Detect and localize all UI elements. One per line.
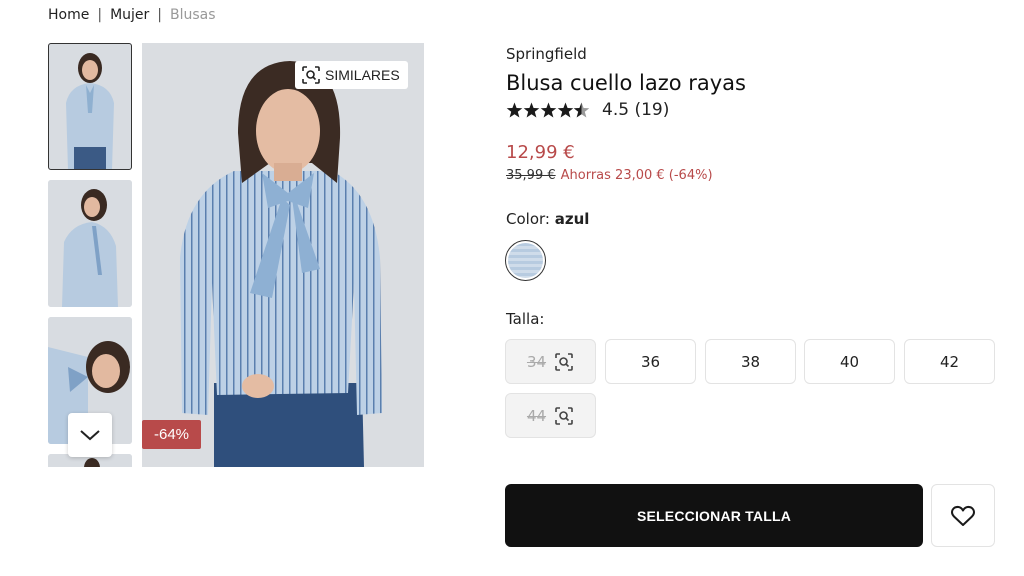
breadcrumb-home[interactable]: Home: [48, 7, 89, 23]
visual-search-icon: [302, 66, 320, 84]
color-swatch-azul[interactable]: [505, 240, 546, 281]
thumbnail-strip: [48, 43, 133, 467]
color-label-text: Color:: [506, 210, 550, 228]
swatch-fabric: [508, 243, 543, 278]
size-label: Talla:: [506, 310, 545, 328]
price-details: 35,99 € Ahorras 23,00 € (-64%): [506, 168, 713, 183]
size-value: 38: [740, 352, 761, 371]
chevron-down-icon: [80, 430, 100, 441]
visual-search-icon: [555, 406, 573, 425]
size-option-40[interactable]: 40: [804, 339, 895, 384]
savings-text: Ahorras 23,00 € (-64%): [560, 168, 713, 183]
color-value: azul: [554, 210, 590, 228]
size-option-34[interactable]: 34: [505, 339, 596, 384]
product-title: Blusa cuello lazo rayas: [506, 71, 746, 95]
rating-text: 4.5 (19): [602, 100, 670, 120]
product-brand: Springfield: [506, 45, 587, 63]
size-option-38[interactable]: 38: [705, 339, 796, 384]
size-value: 44: [526, 406, 547, 425]
breadcrumb: Home | Mujer | Blusas: [48, 7, 216, 23]
breadcrumb-mujer[interactable]: Mujer: [110, 7, 149, 23]
similar-items-label: SIMILARES: [325, 67, 400, 83]
add-to-favorites-button[interactable]: [931, 484, 995, 547]
model-wearing-blouse-image: [142, 43, 424, 467]
size-value: 42: [939, 352, 960, 371]
star-icon: [506, 102, 590, 117]
heart-icon: [951, 505, 975, 526]
breadcrumb-current: Blusas: [170, 7, 216, 23]
visual-search-icon: [555, 352, 573, 371]
color-label: Color: azul: [506, 210, 589, 228]
size-option-42[interactable]: 42: [904, 339, 995, 384]
size-value: 36: [640, 352, 661, 371]
select-size-button[interactable]: SELECCIONAR TALLA: [505, 484, 923, 547]
product-rating[interactable]: 4.5 (19): [506, 100, 669, 120]
size-value: 40: [839, 352, 860, 371]
similar-items-button[interactable]: SIMILARES: [295, 61, 408, 89]
size-option-36[interactable]: 36: [605, 339, 696, 384]
main-product-image[interactable]: [142, 43, 424, 467]
size-option-44[interactable]: 44: [505, 393, 596, 438]
model-side-image: [48, 180, 132, 307]
original-price: 35,99 €: [506, 168, 556, 183]
size-value: 34: [526, 352, 547, 371]
model-front-image: [48, 43, 132, 170]
current-price: 12,99 €: [506, 142, 575, 163]
thumbnail-1[interactable]: [48, 43, 132, 170]
thumbnail-2[interactable]: [48, 180, 132, 307]
breadcrumb-separator: |: [157, 7, 162, 23]
breadcrumb-separator: |: [97, 7, 103, 23]
thumbnail-scroll-down-button[interactable]: [68, 413, 112, 457]
discount-badge: -64%: [142, 420, 201, 449]
rating-stars: [506, 102, 590, 119]
